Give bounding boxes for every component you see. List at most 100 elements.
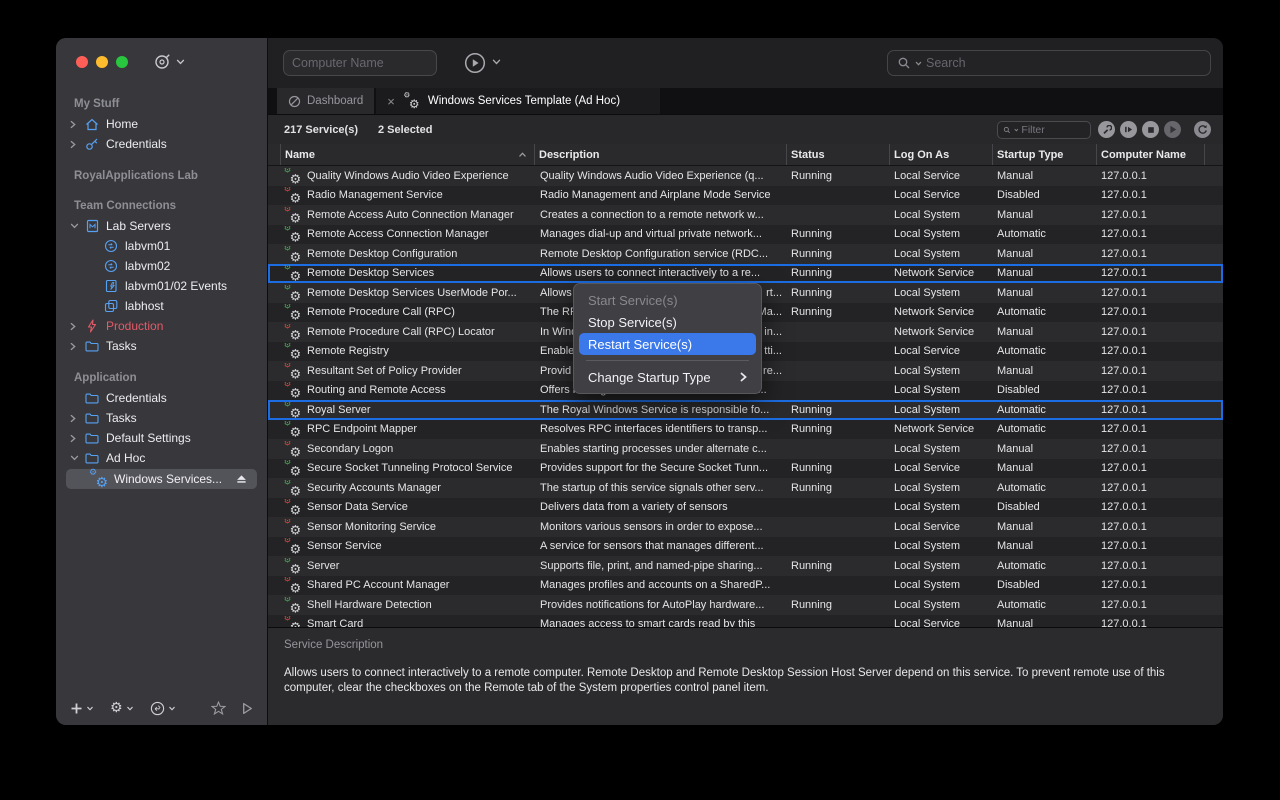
zoom-window-button[interactable] bbox=[116, 56, 128, 68]
service-logon: Local System bbox=[890, 287, 993, 299]
computer-name-input[interactable] bbox=[284, 51, 437, 75]
chevron-down-icon[interactable] bbox=[70, 455, 84, 461]
table-row[interactable]: ⚙⚙ Secure Socket Tunneling Protocol Serv… bbox=[268, 459, 1223, 479]
refresh-button[interactable] bbox=[1194, 121, 1211, 138]
sidebar-item-labvm01[interactable]: labvm01 bbox=[56, 236, 267, 256]
services-table-body: ⚙⚙ Quality Windows Audio Video Experienc… bbox=[268, 166, 1223, 627]
service-description: In Wind bbox=[540, 326, 577, 338]
table-row[interactable]: ⚙⚙ Security Accounts Manager The startup… bbox=[268, 478, 1223, 498]
start-service-button[interactable] bbox=[1164, 121, 1181, 138]
sidebar-item-lab-servers[interactable]: Lab Servers bbox=[56, 216, 267, 236]
search-input[interactable] bbox=[926, 56, 1201, 70]
service-computer-name: 127.0.0.1 bbox=[1097, 521, 1205, 533]
service-startup-type: Disabled bbox=[993, 384, 1097, 396]
table-row[interactable]: ⚙⚙ Shared PC Account Manager Manages pro… bbox=[268, 576, 1223, 596]
column-header-computer-name[interactable]: Computer Name bbox=[1097, 144, 1205, 165]
tab-label: Dashboard bbox=[307, 95, 363, 107]
chevron-right-icon[interactable] bbox=[70, 140, 84, 149]
sidebar-item-label: labvm01/02 Events bbox=[125, 279, 227, 293]
sync-button[interactable] bbox=[150, 701, 176, 716]
run-play-icon[interactable] bbox=[242, 702, 253, 715]
chevron-right-icon[interactable] bbox=[70, 120, 84, 129]
sidebar-section-my-stuff: My Stuff bbox=[74, 98, 267, 112]
filter-box[interactable] bbox=[997, 121, 1091, 139]
table-row[interactable]: ⚙⚙ Radio Management Service Radio Manage… bbox=[268, 186, 1223, 206]
menu-item-stop-service[interactable]: Stop Service(s) bbox=[574, 311, 761, 333]
search-box[interactable] bbox=[887, 50, 1211, 76]
add-button[interactable] bbox=[70, 702, 94, 715]
menu-item-change-startup-type[interactable]: Change Startup Type bbox=[574, 366, 761, 388]
table-row[interactable]: ⚙⚙ Sensor Data Service Delivers data fro… bbox=[268, 498, 1223, 518]
connect-menu-button[interactable] bbox=[154, 53, 185, 70]
table-row[interactable]: ⚙⚙ Server Supports file, print, and name… bbox=[268, 556, 1223, 576]
service-status: Running bbox=[787, 170, 890, 182]
service-startup-type: Automatic bbox=[993, 306, 1097, 318]
column-header-startup-type[interactable]: Startup Type bbox=[993, 144, 1097, 165]
eject-icon[interactable] bbox=[236, 474, 247, 484]
sidebar-item-production[interactable]: Production bbox=[56, 316, 267, 336]
table-row[interactable]: ⚙⚙ Quality Windows Audio Video Experienc… bbox=[268, 166, 1223, 186]
execute-dropdown-button[interactable] bbox=[492, 59, 501, 65]
service-status: Running bbox=[787, 267, 890, 279]
chevron-right-icon[interactable] bbox=[70, 414, 84, 423]
table-row[interactable]: ⚙⚙ Sensor Monitoring Service Monitors va… bbox=[268, 517, 1223, 537]
filter-input[interactable] bbox=[1021, 124, 1085, 136]
chevron-down-icon[interactable] bbox=[70, 223, 84, 229]
service-status: Running bbox=[787, 306, 890, 318]
settings-button[interactable]: ⚙ bbox=[110, 701, 134, 715]
chevron-right-icon[interactable] bbox=[70, 342, 84, 351]
chevron-right-icon[interactable] bbox=[70, 434, 84, 443]
column-header-description[interactable]: Description bbox=[535, 144, 787, 165]
service-startup-type: Manual bbox=[993, 462, 1097, 474]
computer-name-combobox[interactable] bbox=[283, 50, 437, 76]
table-row[interactable]: ⚙⚙ Remote Desktop Configuration Remote D… bbox=[268, 244, 1223, 264]
menu-item-restart-service[interactable]: Restart Service(s) bbox=[579, 333, 756, 355]
sidebar-item-labvm-events[interactable]: labvm01/02 Events bbox=[56, 276, 267, 296]
table-row[interactable]: ⚙⚙ Shell Hardware Detection Provides not… bbox=[268, 595, 1223, 615]
service-logon: Local System bbox=[890, 365, 993, 377]
service-description: Provid bbox=[540, 365, 571, 377]
table-row[interactable]: ⚙⚙ Sensor Service A service for sensors … bbox=[268, 537, 1223, 557]
service-startup-type: Manual bbox=[993, 443, 1097, 455]
tab-dashboard[interactable]: Dashboard bbox=[277, 88, 374, 114]
table-row[interactable]: ⚙⚙ Royal Server The Royal Windows Servic… bbox=[268, 400, 1223, 420]
restart-service-button[interactable] bbox=[1120, 121, 1137, 138]
column-header-name[interactable]: Name bbox=[280, 144, 535, 165]
tab-windows-services-template[interactable]: × ⚙⚙ Windows Services Template (Ad Hoc) bbox=[376, 88, 660, 114]
minimize-window-button[interactable] bbox=[96, 56, 108, 68]
service-gear-icon: ⚙⚙ bbox=[285, 539, 301, 554]
table-row[interactable]: ⚙⚙ Secondary Logon Enables starting proc… bbox=[268, 439, 1223, 459]
service-status: Running bbox=[787, 482, 890, 494]
service-gear-icon: ⚙⚙ bbox=[285, 363, 301, 378]
table-row[interactable]: ⚙⚙ Remote Desktop Services Allows users … bbox=[268, 264, 1223, 284]
sidebar-item-default-settings[interactable]: Default Settings bbox=[56, 428, 267, 448]
favorite-star-icon[interactable] bbox=[211, 701, 226, 715]
service-name: Radio Management Service bbox=[307, 189, 443, 201]
properties-wrench-button[interactable] bbox=[1098, 121, 1115, 138]
sidebar-item-labvm02[interactable]: labvm02 bbox=[56, 256, 267, 276]
sidebar-item-app-credentials[interactable]: Credentials bbox=[56, 388, 267, 408]
sidebar-item-credentials[interactable]: Credentials bbox=[56, 134, 267, 154]
stop-service-button[interactable] bbox=[1142, 121, 1159, 138]
service-gear-icon: ⚙⚙ bbox=[285, 246, 301, 261]
sidebar-item-home[interactable]: Home bbox=[56, 114, 267, 134]
column-header-status[interactable]: Status bbox=[787, 144, 890, 165]
table-row[interactable]: ⚙⚙ RPC Endpoint Mapper Resolves RPC inte… bbox=[268, 420, 1223, 440]
chevron-right-icon[interactable] bbox=[70, 322, 84, 331]
sidebar-item-ad-hoc[interactable]: Ad Hoc bbox=[56, 448, 267, 468]
lightning-icon bbox=[84, 319, 100, 333]
sidebar-item-tasks[interactable]: Tasks bbox=[56, 336, 267, 356]
sidebar-item-windows-services-selected[interactable]: ⚙⚙ Windows Services... bbox=[66, 469, 257, 489]
close-tab-icon[interactable]: × bbox=[387, 94, 395, 109]
service-name: Remote Access Connection Manager bbox=[307, 228, 489, 240]
execute-button[interactable] bbox=[464, 52, 486, 74]
table-row[interactable]: ⚙⚙ Remote Access Auto Connection Manager… bbox=[268, 205, 1223, 225]
service-gear-icon: ⚙⚙ bbox=[285, 266, 301, 281]
column-header-logon[interactable]: Log On As bbox=[890, 144, 993, 165]
sidebar-item-app-tasks[interactable]: Tasks bbox=[56, 408, 267, 428]
service-gear-icon: ⚙⚙ bbox=[285, 402, 301, 417]
table-row[interactable]: ⚙⚙ Smart Card Manages access to smart ca… bbox=[268, 615, 1223, 628]
close-window-button[interactable] bbox=[76, 56, 88, 68]
sidebar-item-labhost[interactable]: labhost bbox=[56, 296, 267, 316]
table-row[interactable]: ⚙⚙ Remote Access Connection Manager Mana… bbox=[268, 225, 1223, 245]
